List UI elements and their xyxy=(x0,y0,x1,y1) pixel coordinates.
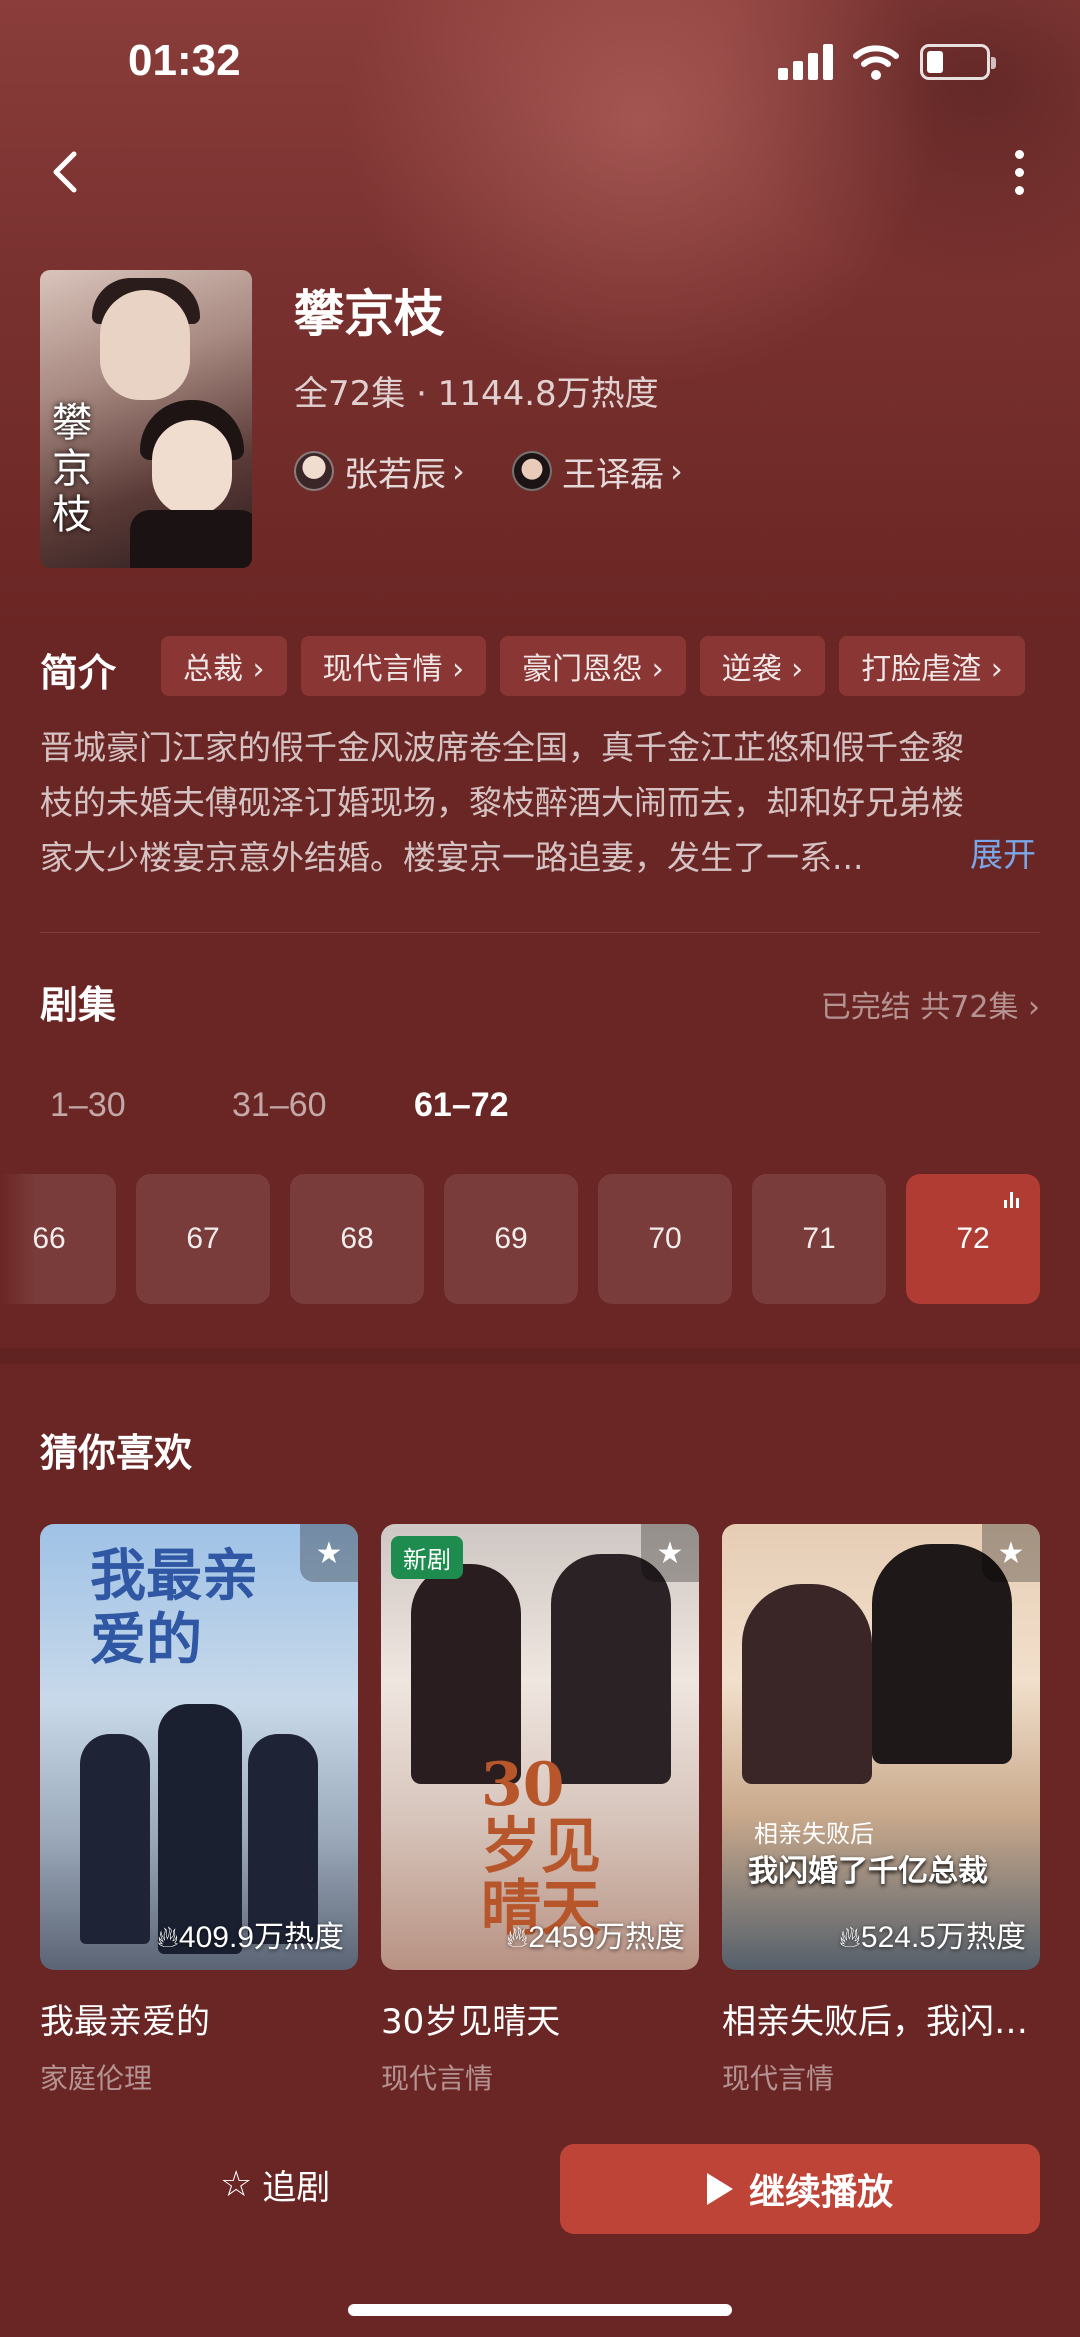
playing-equalizer-icon xyxy=(1004,1192,1022,1208)
episode-number: 72 xyxy=(956,1222,990,1255)
poster-title-art: 我闪婚了千亿总裁 xyxy=(748,1854,988,1889)
intro-label: 简介 xyxy=(40,651,117,695)
star-outline-icon: ☆ xyxy=(220,2164,253,2205)
star-icon[interactable]: ★ xyxy=(300,1524,358,1582)
recommend-card[interactable]: 我最亲爱的 ★ 🔥︎409.9万热度 我最亲爱的 家庭伦理 xyxy=(40,1524,358,2097)
home-indicator[interactable] xyxy=(348,2304,732,2316)
episode-button[interactable]: 70 xyxy=(598,1174,732,1304)
actor-name: 王译磊 xyxy=(562,454,664,495)
expand-link[interactable]: 展开 xyxy=(970,828,1036,876)
actor-avatar xyxy=(512,451,552,491)
status-time: 01:32 xyxy=(128,36,241,85)
episodes-label: 剧集 xyxy=(40,983,117,1027)
synopsis-line: 家大少楼宴京意外结婚。楼宴京一路追妻，发生了一系... xyxy=(40,838,864,877)
synopsis-line: 晋城豪门江家的假千金风波席卷全国，真千金江芷悠和假千金黎 xyxy=(40,728,964,767)
section-separator xyxy=(0,1348,1080,1364)
drama-title: 攀京枝 xyxy=(294,285,444,343)
poster-calligraphy: 攀京枝 xyxy=(52,400,92,538)
poster-title-art: 我最亲爱的 xyxy=(90,1543,258,1673)
heat-value: 2459万热度 xyxy=(528,1921,685,1954)
card-genre: 家庭伦理 xyxy=(40,2062,153,2095)
star-icon[interactable]: ★ xyxy=(982,1524,1040,1582)
drama-poster[interactable]: 攀京枝 xyxy=(40,270,252,568)
tag-chip[interactable]: 打脸虐渣 › xyxy=(839,636,1025,696)
signal-icon xyxy=(778,44,834,80)
chevron-right-icon: › xyxy=(452,452,465,490)
card-genre: 现代言情 xyxy=(381,2062,494,2095)
chevron-right-icon: › xyxy=(670,452,683,490)
card-poster: 相亲失败后 我闪婚了千亿总裁 ★ 🔥︎524.5万热度 xyxy=(722,1524,1040,1970)
wifi-icon xyxy=(853,45,899,80)
heat-value: 409.9万热度 xyxy=(178,1921,344,1954)
follow-label: 追剧 xyxy=(262,2168,331,2208)
follow-button[interactable]: ☆ 追剧 xyxy=(220,2160,330,2209)
episode-button-playing[interactable]: 72 xyxy=(906,1174,1040,1304)
episode-button[interactable]: 71 xyxy=(752,1174,886,1304)
heat-count: 🔥︎524.5万热度 xyxy=(839,1912,1026,1956)
more-vertical-icon[interactable] xyxy=(1000,140,1040,204)
continue-play-button[interactable]: 继续播放 xyxy=(560,2144,1040,2234)
tag-chip[interactable]: 逆袭 › xyxy=(699,636,826,696)
flame-icon: 🔥︎ xyxy=(506,1921,529,1954)
actor-avatar xyxy=(294,451,334,491)
card-title: 30岁见晴天 xyxy=(381,2002,561,2042)
back-chevron-icon[interactable] xyxy=(40,140,90,204)
range-tab[interactable]: 31–60 xyxy=(232,1086,414,1125)
card-poster: 30岁见晴天 新剧 ★ 🔥︎2459万热度 xyxy=(381,1524,699,1970)
episodes-status-link[interactable]: 已完结 共72集 › xyxy=(821,982,1040,1026)
tag-chip[interactable]: 豪门恩怨 › xyxy=(500,636,686,696)
episode-button[interactable]: 69 xyxy=(444,1174,578,1304)
range-tab[interactable]: 1–30 xyxy=(50,1086,232,1125)
heat-count: 🔥︎409.9万热度 xyxy=(157,1912,344,1956)
synopsis-text: 晋城豪门江家的假千金风波席卷全国，真千金江芷悠和假千金黎 枝的未婚夫傅砚泽订婚现… xyxy=(40,720,1040,885)
range-tab-active[interactable]: 61–72 xyxy=(414,1086,596,1125)
divider xyxy=(40,932,1040,933)
card-title: 我最亲爱的 xyxy=(40,2002,210,2042)
heat-value: 524.5万热度 xyxy=(860,1921,1026,1954)
episode-button[interactable]: 67 xyxy=(136,1174,270,1304)
recommend-label: 猜你喜欢 xyxy=(40,1431,193,1475)
episode-list: 66 67 68 69 70 71 72 xyxy=(0,1174,1040,1304)
card-genre: 现代言情 xyxy=(722,2062,835,2095)
actor-link-2[interactable]: 王译磊 › xyxy=(512,446,683,496)
new-badge: 新剧 xyxy=(391,1536,463,1579)
status-bar: 01:32 xyxy=(0,0,1080,130)
tag-list: 总裁 › 现代言情 › 豪门恩怨 › 逆袭 › 打脸虐渣 › xyxy=(161,636,1025,696)
poster-subtitle-art: 相亲失败后 xyxy=(754,1820,874,1848)
flame-icon: 🔥︎ xyxy=(156,1921,179,1954)
synopsis-line: 枝的未婚夫傅砚泽订婚现场，黎枝醉酒大闹而去，却和好兄弟楼 xyxy=(40,783,964,822)
scroll-fade xyxy=(0,1170,36,1310)
episode-button[interactable]: 68 xyxy=(290,1174,424,1304)
range-tabs: 1–30 31–60 61–72 xyxy=(50,1086,596,1125)
recommend-card[interactable]: 30岁见晴天 新剧 ★ 🔥︎2459万热度 30岁见晴天 现代言情 xyxy=(381,1524,699,2097)
actor-link-1[interactable]: 张若辰 › xyxy=(294,446,465,496)
drama-meta: 全72集 · 1144.8万热度 xyxy=(294,374,659,414)
heat-count: 🔥︎2459万热度 xyxy=(506,1912,685,1956)
star-icon[interactable]: ★ xyxy=(641,1524,699,1582)
actor-name: 张若辰 xyxy=(344,454,446,495)
recommend-card[interactable]: 相亲失败后 我闪婚了千亿总裁 ★ 🔥︎524.5万热度 相亲失败后，我闪… 现代… xyxy=(722,1524,1040,2097)
tag-chip[interactable]: 总裁 › xyxy=(161,636,287,696)
play-label: 继续播放 xyxy=(748,2172,893,2213)
card-poster: 我最亲爱的 ★ 🔥︎409.9万热度 xyxy=(40,1524,358,1970)
battery-icon xyxy=(920,44,996,80)
card-title: 相亲失败后，我闪… xyxy=(722,2002,1028,2042)
tag-chip[interactable]: 现代言情 › xyxy=(300,636,487,696)
flame-icon: 🔥︎ xyxy=(838,1921,861,1954)
play-icon xyxy=(706,2173,733,2205)
